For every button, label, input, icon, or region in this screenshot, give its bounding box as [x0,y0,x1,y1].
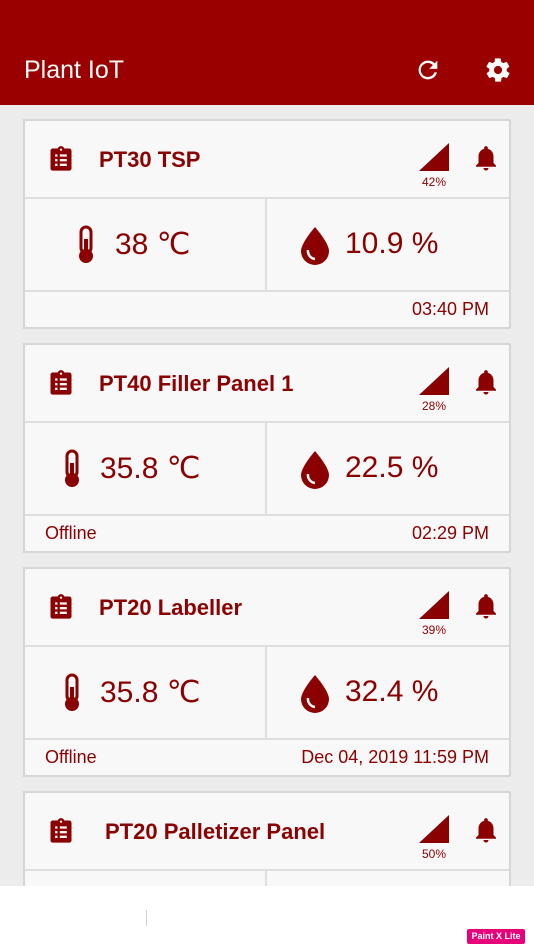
bell-icon[interactable] [471,815,501,845]
signal-strength: 28% [421,399,447,413]
divider [146,910,147,926]
temperature-cell: 35.8 ℃ [25,647,267,738]
temperature-value: 35.8 ℃ [100,676,201,709]
humidity-value: 10.9 % [345,227,439,260]
card-footer: Offline 02:29 PM [25,516,509,550]
device-name: PT40 Filler Panel 1 [99,371,294,396]
device-name: PT30 TSP [99,147,201,172]
device-name: PT20 Palletizer Panel [105,819,326,844]
last-updated: 03:40 PM [411,299,489,319]
bell-icon[interactable] [471,591,501,621]
signal-icon [419,367,449,395]
water-drop-icon [301,675,329,713]
clipboard-icon [50,818,72,843]
temperature-value: 35.8 ℃ [100,452,201,485]
card-header: PT30 TSP 42% [25,121,509,197]
thermometer-icon [79,225,93,263]
readings-row: 38 ℃ 10.9 % [25,197,509,292]
watermark-badge: Paint X Lite [467,929,525,944]
signal-strength: 39% [421,623,447,637]
temperature-cell: 38 ℃ [25,199,267,290]
temperature-cell: 35.8 ℃ [25,423,267,514]
clipboard-icon [50,370,72,395]
clipboard-icon [50,594,72,619]
signal-icon [419,815,449,843]
signal-strength: 50% [421,847,447,861]
bell-icon[interactable] [471,143,501,173]
humidity-cell: 10.9 % [267,199,509,290]
humidity-value: 32.4 % [345,675,439,708]
thermometer-icon [65,673,79,711]
status-text: Offline [45,747,97,767]
readings-row: 35.8 ℃ 32.4 % [25,645,509,740]
temperature-value: 38 ℃ [115,228,191,261]
water-drop-icon [301,451,329,489]
card-header: PT20 Labeller 39% [25,569,509,645]
last-updated: Dec 04, 2019 11:59 PM [301,747,489,767]
signal-strength: 42% [421,175,447,189]
water-drop-icon [301,227,329,265]
readings-row: 35.8 ℃ 22.5 % [25,421,509,516]
device-card[interactable]: PT30 TSP 42% 38 ℃ 10.9 % 03:40 PM [23,119,511,329]
gear-icon[interactable] [484,56,512,84]
device-name: PT20 Labeller [99,595,243,620]
status-text: Offline [45,523,97,543]
card-footer: Offline Dec 04, 2019 11:59 PM [25,740,509,774]
app-bar: Plant IoT [0,0,534,105]
humidity-value: 22.5 % [345,451,439,484]
signal-icon [419,591,449,619]
last-updated: 02:29 PM [411,523,489,543]
bottom-bar [0,886,534,950]
refresh-icon[interactable] [414,56,442,84]
clipboard-icon [50,146,72,171]
device-card[interactable]: PT20 Labeller 39% 35.8 ℃ 32.4 % Offline … [23,567,511,777]
app-title: Plant IoT [24,56,125,84]
device-card[interactable]: PT40 Filler Panel 1 28% 35.8 ℃ 22.5 % Of… [23,343,511,553]
thermometer-icon [65,449,79,487]
card-footer: 03:40 PM [25,292,509,326]
humidity-cell: 32.4 % [267,647,509,738]
signal-icon [419,143,449,171]
card-header: PT20 Palletizer Panel 50% [25,793,509,869]
card-header: PT40 Filler Panel 1 28% [25,345,509,421]
bell-icon[interactable] [471,367,501,397]
humidity-cell: 22.5 % [267,423,509,514]
